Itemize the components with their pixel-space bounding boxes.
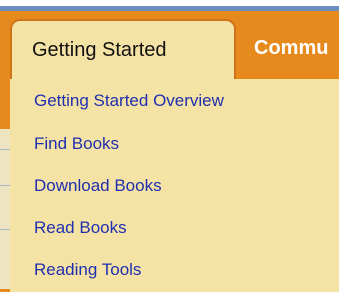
left-edge-rule xyxy=(0,229,10,230)
left-edge-panel xyxy=(0,129,10,289)
left-edge-rule xyxy=(0,149,10,150)
getting-started-dropdown: Getting Started Overview Find Books Down… xyxy=(10,79,339,292)
menu-item-getting-started-overview[interactable]: Getting Started Overview xyxy=(34,91,224,111)
menu-item-read-books[interactable]: Read Books xyxy=(34,218,127,238)
left-edge-rule xyxy=(0,185,10,186)
navigation-menu: Getting Started Commu Getting Started Ov… xyxy=(0,0,339,292)
menu-item-download-books[interactable]: Download Books xyxy=(34,176,162,196)
tab-community-label: Commu xyxy=(254,36,329,59)
tab-community[interactable]: Commu xyxy=(254,19,328,79)
tab-getting-started-label: Getting Started xyxy=(32,38,167,61)
tab-getting-started[interactable]: Getting Started xyxy=(10,19,236,81)
menu-item-find-books[interactable]: Find Books xyxy=(34,134,119,154)
left-edge xyxy=(0,11,10,292)
menu-item-reading-tools[interactable]: Reading Tools xyxy=(34,260,141,280)
